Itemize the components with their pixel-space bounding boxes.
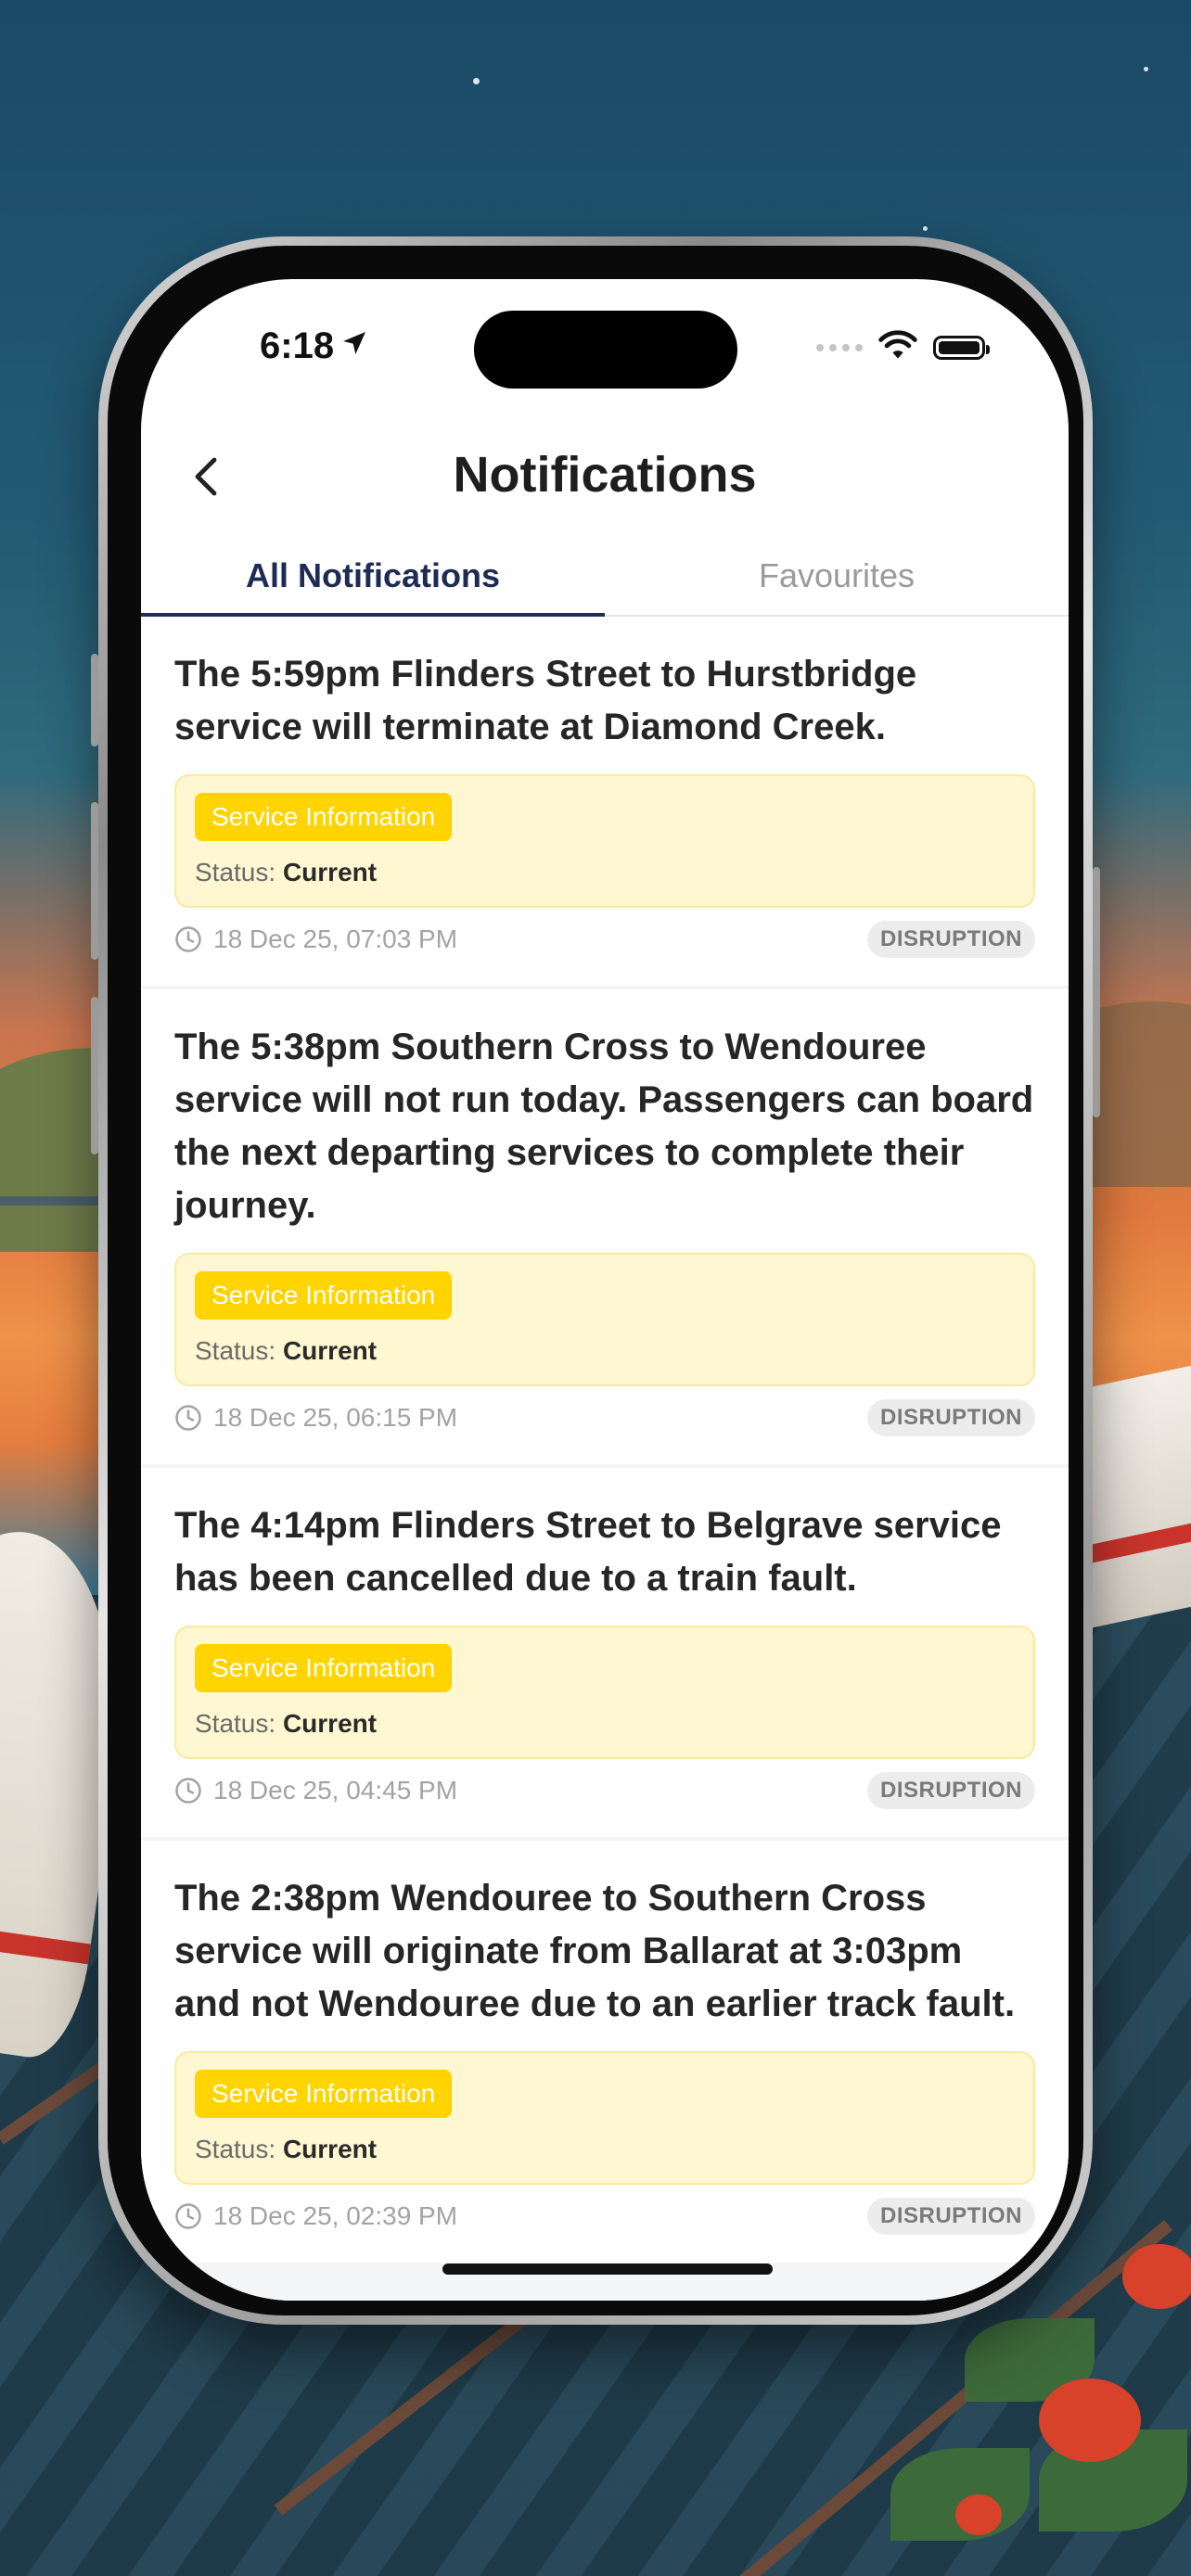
service-information-badge: Service Information: [195, 793, 453, 841]
notification-card[interactable]: The 5:38pm Southern Cross to Wendouree s…: [141, 989, 1069, 1464]
notification-title: The 4:14pm Flinders Street to Belgrave s…: [174, 1505, 1002, 1599]
header: Notifications: [141, 437, 1069, 520]
notification-meta: 18 Dec 25, 07:03 PM DISRUPTION: [174, 921, 1035, 958]
notification-card[interactable]: The 2:38pm Wendouree to Southern Cross s…: [141, 1841, 1069, 2263]
status-label: Status:: [195, 1336, 276, 1365]
side-button: [91, 654, 98, 746]
star: [1144, 67, 1148, 71]
disruption-tag: DISRUPTION: [866, 2198, 1035, 2235]
star: [923, 226, 928, 231]
flower: [1039, 2378, 1141, 2462]
status-label: Status:: [195, 858, 276, 886]
clock-icon: [175, 1778, 201, 1804]
volume-down-button: [91, 997, 98, 1154]
timestamp: 18 Dec 25, 02:39 PM: [213, 2201, 458, 2230]
flower: [955, 2494, 1002, 2535]
power-button: [1093, 867, 1100, 1117]
tab-favourites[interactable]: Favourites: [605, 539, 1069, 615]
status-bar-icons: [816, 329, 990, 365]
dynamic-island: [474, 311, 737, 389]
service-information-badge: Service Information: [195, 2070, 453, 2118]
status-value: Current: [282, 1709, 378, 1738]
location-arrow-icon: [339, 325, 369, 367]
battery-icon: [933, 335, 990, 360]
service-information-badge: Service Information: [195, 1644, 453, 1692]
disruption-tag: DISRUPTION: [866, 1399, 1035, 1436]
notification-meta: 18 Dec 25, 02:39 PM DISRUPTION: [174, 2198, 1035, 2235]
status-label: Status:: [195, 1709, 276, 1738]
status-bar-time: 6:18: [260, 325, 369, 367]
app-screen: 6:18 Notifications All Notifications Fav…: [141, 279, 1069, 2301]
tab-bar: All Notifications Favourites: [141, 539, 1069, 618]
home-indicator[interactable]: [442, 2264, 773, 2275]
phone-bezel: 6:18 Notifications All Notifications Fav…: [108, 246, 1083, 2315]
star: [473, 78, 480, 84]
status-value: Current: [282, 858, 378, 886]
clock-icon: [175, 2203, 201, 2229]
status-line: Status: Current: [195, 2135, 1015, 2164]
status-value: Current: [282, 1336, 378, 1365]
service-info-box: Service Information Status: Current: [174, 2051, 1035, 2185]
status-label: Status:: [195, 2135, 276, 2163]
disruption-tag: DISRUPTION: [866, 921, 1035, 958]
service-info-box: Service Information Status: Current: [174, 774, 1035, 908]
disruption-tag: DISRUPTION: [866, 1772, 1035, 1809]
status-line: Status: Current: [195, 1336, 1015, 1366]
service-information-badge: Service Information: [195, 1271, 453, 1320]
signal-dots-icon: [816, 343, 863, 351]
notification-meta: 18 Dec 25, 04:45 PM DISRUPTION: [174, 1772, 1035, 1809]
bridge: [0, 1196, 111, 1243]
notification-title: The 2:38pm Wendouree to Southern Cross s…: [174, 1878, 1016, 2024]
notification-list[interactable]: The 5:59pm Flinders Street to Hurstbridg…: [141, 617, 1069, 2301]
status-value: Current: [282, 2135, 378, 2163]
wifi-icon: [877, 329, 918, 365]
clock-icon: [175, 926, 201, 952]
phone-frame: 6:18 Notifications All Notifications Fav…: [91, 236, 1100, 2325]
notification-meta: 18 Dec 25, 06:15 PM DISRUPTION: [174, 1399, 1035, 1436]
service-info-box: Service Information Status: Current: [174, 1626, 1035, 1759]
notification-card[interactable]: The 4:14pm Flinders Street to Belgrave s…: [141, 1468, 1069, 1837]
status-line: Status: Current: [195, 858, 1015, 887]
flower: [1122, 2244, 1191, 2309]
timestamp: 18 Dec 25, 06:15 PM: [213, 1403, 458, 1432]
clock-icon: [175, 1405, 201, 1431]
timestamp: 18 Dec 25, 04:45 PM: [213, 1776, 458, 1804]
notification-title: The 5:59pm Flinders Street to Hurstbridg…: [174, 654, 917, 747]
page-title: Notifications: [453, 447, 757, 503]
service-info-box: Service Information Status: Current: [174, 1253, 1035, 1386]
status-line: Status: Current: [195, 1709, 1015, 1739]
time-text: 6:18: [260, 325, 335, 366]
timestamp: 18 Dec 25, 07:03 PM: [213, 925, 458, 953]
notification-title: The 5:38pm Southern Cross to Wendouree s…: [174, 1027, 1034, 1226]
volume-up-button: [91, 802, 98, 960]
tab-all-notifications[interactable]: All Notifications: [141, 539, 605, 618]
notification-card[interactable]: The 5:59pm Flinders Street to Hurstbridg…: [141, 617, 1069, 986]
